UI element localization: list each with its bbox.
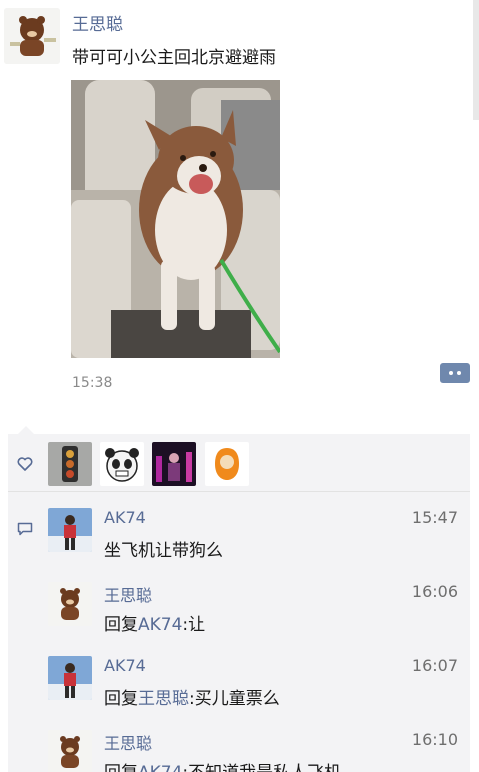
reply-to-name[interactable]: 王思聪	[138, 689, 189, 709]
post-time: 15:38	[72, 375, 113, 391]
dot-icon	[449, 371, 453, 375]
reply-to-name[interactable]: AK74	[138, 615, 182, 635]
reply-prefix: 回复	[104, 615, 138, 635]
reply-to-name[interactable]: AK74	[138, 763, 182, 772]
comment-time: 16:07	[411, 656, 458, 675]
reply-text: :买儿童票么	[189, 689, 280, 709]
heart-icon	[17, 457, 33, 471]
reply-text: :不知道我是私人飞机	[182, 763, 341, 772]
comment-time: 16:10	[411, 730, 458, 749]
like-avatar-concert[interactable]	[152, 442, 196, 486]
comment-author[interactable]: 王思聪	[104, 730, 152, 754]
post-author[interactable]: 王思聪	[72, 10, 123, 35]
comment-text: 坐飞机让带狗么	[104, 541, 223, 561]
like-avatar-traffic-light[interactable]	[48, 442, 92, 486]
comment-author[interactable]: AK74	[104, 508, 146, 527]
interaction-box: AK74 15:47 坐飞机让带狗么 王思聪 16:06 回复AK74:让 AK…	[8, 434, 470, 772]
commenter-avatar-ak74[interactable]	[48, 656, 92, 700]
like-avatar-orange-figure[interactable]	[205, 442, 249, 486]
likes-row	[8, 434, 470, 492]
reply-text: :让	[182, 615, 206, 635]
comment-author[interactable]: AK74	[104, 656, 146, 675]
scrollbar-edge	[473, 0, 479, 120]
commenter-avatar-ak74[interactable]	[48, 508, 92, 552]
post-photo[interactable]	[71, 80, 280, 358]
post-text: 带可可小公主回北京避避雨	[72, 48, 276, 68]
comment-text: 回复AK74:不知道我是私人飞机	[104, 758, 341, 772]
comment-more-button[interactable]	[440, 363, 470, 383]
commenter-avatar-wang[interactable]	[48, 730, 92, 772]
comment-text: 回复AK74:让	[104, 610, 205, 635]
comment-author[interactable]: 王思聪	[104, 582, 152, 606]
comment-item[interactable]: AK74 16:07 回复王思聪:买儿童票么	[48, 656, 458, 720]
commenter-avatar-wang[interactable]	[48, 582, 92, 626]
comment-item[interactable]: AK74 15:47 坐飞机让带狗么	[48, 508, 458, 572]
like-avatar-panda[interactable]	[100, 442, 144, 486]
comment-text: 回复王思聪:买儿童票么	[104, 684, 280, 709]
reply-prefix: 回复	[104, 689, 138, 709]
comment-icon	[17, 522, 33, 536]
dot-icon	[457, 371, 461, 375]
comment-time: 15:47	[411, 508, 458, 527]
reply-prefix: 回复	[104, 763, 138, 772]
author-avatar[interactable]	[4, 8, 60, 64]
comment-item[interactable]: 王思聪 16:06 回复AK74:让	[48, 582, 458, 646]
box-pointer	[18, 426, 34, 434]
comment-time: 16:06	[411, 582, 458, 601]
comment-item[interactable]: 王思聪 16:10 回复AK74:不知道我是私人飞机	[48, 730, 458, 772]
